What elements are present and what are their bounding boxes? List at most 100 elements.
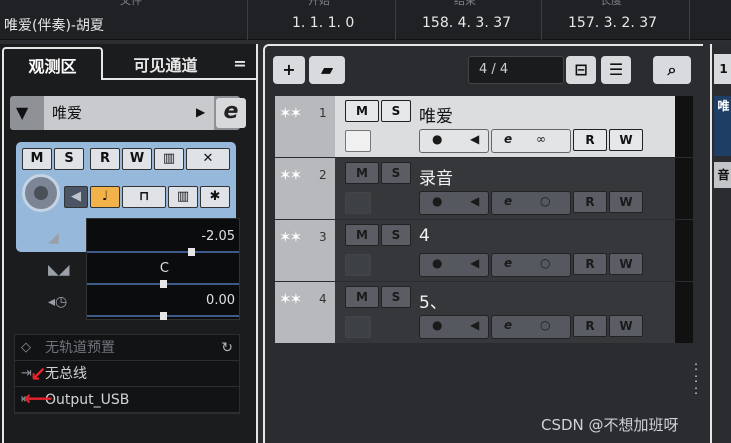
track-scroll-strip bbox=[675, 158, 693, 219]
track-color-square[interactable] bbox=[345, 316, 371, 338]
start-position[interactable]: 1. 1. 1. 0 bbox=[292, 15, 354, 31]
mute-button[interactable]: M bbox=[345, 224, 379, 246]
annotation-arrow-icon-2: ⟵ bbox=[24, 386, 53, 410]
track-row-1[interactable]: ✶✶ 1 M S 唯爱 ● ◀ e ∞ R W bbox=[275, 96, 693, 157]
delay-slider-handle[interactable] bbox=[160, 312, 167, 320]
info-col-end: 结束 158. 4. 3. 37 bbox=[396, 0, 542, 40]
volume-fader-handle[interactable] bbox=[188, 248, 195, 256]
write-button[interactable]: W bbox=[122, 148, 152, 170]
info-line: 文件 唯爱(伴奏)-胡夏 开始 1. 1. 1. 0 结束 158. 4. 3.… bbox=[0, 0, 731, 40]
audio-waveform-icon: ✶✶ bbox=[279, 166, 302, 184]
link-icon[interactable]: ∞ bbox=[536, 132, 546, 146]
write-button[interactable]: W bbox=[609, 129, 643, 151]
track-name[interactable]: 5、 bbox=[419, 288, 447, 313]
search-icon[interactable]: ⌕ bbox=[653, 56, 691, 84]
solo-button[interactable]: S bbox=[54, 148, 84, 170]
track-strip: ✶✶ 2 bbox=[275, 158, 335, 219]
event-label[interactable]: 唯 bbox=[714, 96, 731, 156]
edit-button[interactable]: e bbox=[504, 132, 512, 146]
edit-button[interactable]: e bbox=[504, 194, 512, 208]
monitor-speaker-icon[interactable]: ◀ bbox=[64, 186, 88, 208]
track-strip: ✶✶ 3 bbox=[275, 220, 335, 281]
refresh-icon[interactable]: ↻ bbox=[221, 335, 233, 361]
read-button[interactable]: R bbox=[573, 129, 607, 151]
mute-button[interactable]: M bbox=[345, 100, 379, 122]
lock-icon[interactable]: ⊓ bbox=[122, 186, 166, 208]
length-value[interactable]: 157. 3. 2. 37 bbox=[568, 15, 657, 31]
snowflake-icon[interactable]: ✱ bbox=[200, 186, 230, 208]
track-name[interactable]: 录音 bbox=[419, 164, 453, 189]
input-routing-row[interactable]: ⇥ 无总线 bbox=[15, 361, 239, 387]
solo-button[interactable]: S bbox=[381, 162, 411, 184]
read-button[interactable]: R bbox=[573, 253, 607, 275]
record-dot-icon[interactable]: ● bbox=[432, 194, 442, 208]
delay-value[interactable]: 0.00 bbox=[206, 293, 235, 308]
edit-button[interactable]: e bbox=[504, 256, 512, 270]
track-row-3[interactable]: ✶✶ 3 M S 4 ● ◀ e ○ R W bbox=[275, 220, 693, 281]
edit-link-group: e ○ bbox=[491, 315, 571, 339]
edit-channel-button[interactable]: e bbox=[216, 98, 246, 128]
add-track-button[interactable]: + bbox=[273, 56, 305, 84]
volume-fader[interactable] bbox=[87, 251, 239, 253]
record-dot-icon[interactable]: ● bbox=[432, 256, 442, 270]
volume-value[interactable]: -2.05 bbox=[201, 229, 235, 244]
solo-button[interactable]: S bbox=[381, 286, 411, 308]
tab-visibility[interactable]: 可见通道 bbox=[108, 47, 223, 80]
inspector-track-header[interactable]: ▼ 唯爱 ▶ e bbox=[10, 96, 246, 130]
mute-button[interactable]: M bbox=[345, 162, 379, 184]
volume-icon: ◢ bbox=[48, 230, 59, 246]
read-button[interactable]: R bbox=[573, 315, 607, 337]
track-preset-label: 无轨道预置 bbox=[45, 340, 115, 356]
speaker-icon[interactable]: ◀ bbox=[470, 256, 479, 270]
track-name[interactable]: 4 bbox=[419, 226, 430, 246]
record-dot-icon[interactable]: ● bbox=[432, 132, 442, 146]
edit-button[interactable]: e bbox=[504, 318, 512, 332]
link-icon[interactable]: ○ bbox=[540, 318, 550, 332]
write-button[interactable]: W bbox=[609, 253, 643, 275]
solo-button[interactable]: S bbox=[381, 100, 411, 122]
track-name[interactable]: 唯爱 bbox=[419, 102, 453, 127]
mute-button[interactable]: M bbox=[345, 286, 379, 308]
track-color-square[interactable] bbox=[345, 254, 371, 276]
track-number: 2 bbox=[319, 168, 327, 182]
read-button[interactable]: R bbox=[90, 148, 120, 170]
tab-inspector[interactable]: 观测区 bbox=[2, 47, 103, 80]
link-icon[interactable]: ○ bbox=[540, 256, 550, 270]
lane-icon[interactable]: ▥ bbox=[168, 186, 198, 208]
track-settings-icon[interactable]: ⊟ bbox=[566, 56, 596, 84]
record-dot-icon[interactable]: ● bbox=[432, 318, 442, 332]
speaker-icon[interactable]: ◀ bbox=[470, 132, 479, 146]
track-scroll-strip bbox=[675, 282, 693, 343]
inspector-track-name[interactable]: 唯爱 bbox=[44, 96, 214, 130]
track-color-square[interactable] bbox=[345, 130, 371, 152]
bypass-icon[interactable]: ✕ bbox=[186, 148, 230, 170]
musical-time-icon[interactable]: ♩ bbox=[90, 186, 120, 208]
solo-button[interactable]: S bbox=[381, 224, 411, 246]
pan-slider-handle[interactable] bbox=[160, 280, 167, 288]
record-enable-button[interactable] bbox=[22, 174, 60, 212]
track-color-square[interactable] bbox=[345, 192, 371, 214]
read-button[interactable]: R bbox=[573, 191, 607, 213]
speaker-icon[interactable]: ◀ bbox=[470, 194, 479, 208]
menu-icon[interactable]: = bbox=[226, 47, 254, 80]
mute-button[interactable]: M bbox=[22, 148, 52, 170]
write-button[interactable]: W bbox=[609, 191, 643, 213]
end-position[interactable]: 158. 4. 3. 37 bbox=[422, 15, 511, 31]
collapse-triangle-icon[interactable]: ▼ bbox=[16, 103, 28, 122]
track-preset-row[interactable]: ◇ 无轨道预置 ↻ bbox=[15, 335, 239, 361]
add-folder-icon[interactable]: ▰ bbox=[309, 56, 345, 84]
track-row-4[interactable]: ✶✶ 4 M S 5、 ● ◀ e ○ R W bbox=[275, 282, 693, 343]
speaker-icon[interactable]: ◀ bbox=[470, 318, 479, 332]
link-icon[interactable]: ○ bbox=[540, 194, 550, 208]
song-name[interactable]: 唯爱(伴奏)-胡夏 bbox=[4, 15, 104, 35]
write-button[interactable]: W bbox=[609, 315, 643, 337]
event-label-2[interactable]: 音 bbox=[714, 162, 731, 188]
track-body: M S 唯爱 ● ◀ e ∞ R W bbox=[335, 96, 675, 157]
splitter-handle-icon[interactable]: ::: bbox=[694, 360, 698, 396]
track-list-icon[interactable]: ☰ bbox=[601, 56, 631, 84]
info-col-length: 长度 157. 3. 2. 37 bbox=[542, 0, 690, 40]
edit-link-group: e ○ bbox=[491, 253, 571, 277]
track-strip: ✶✶ 4 bbox=[275, 282, 335, 343]
freeze-icon[interactable]: ▥ bbox=[154, 148, 184, 170]
track-row-2[interactable]: ✶✶ 2 M S 录音 ● ◀ e ○ R W bbox=[275, 158, 693, 219]
